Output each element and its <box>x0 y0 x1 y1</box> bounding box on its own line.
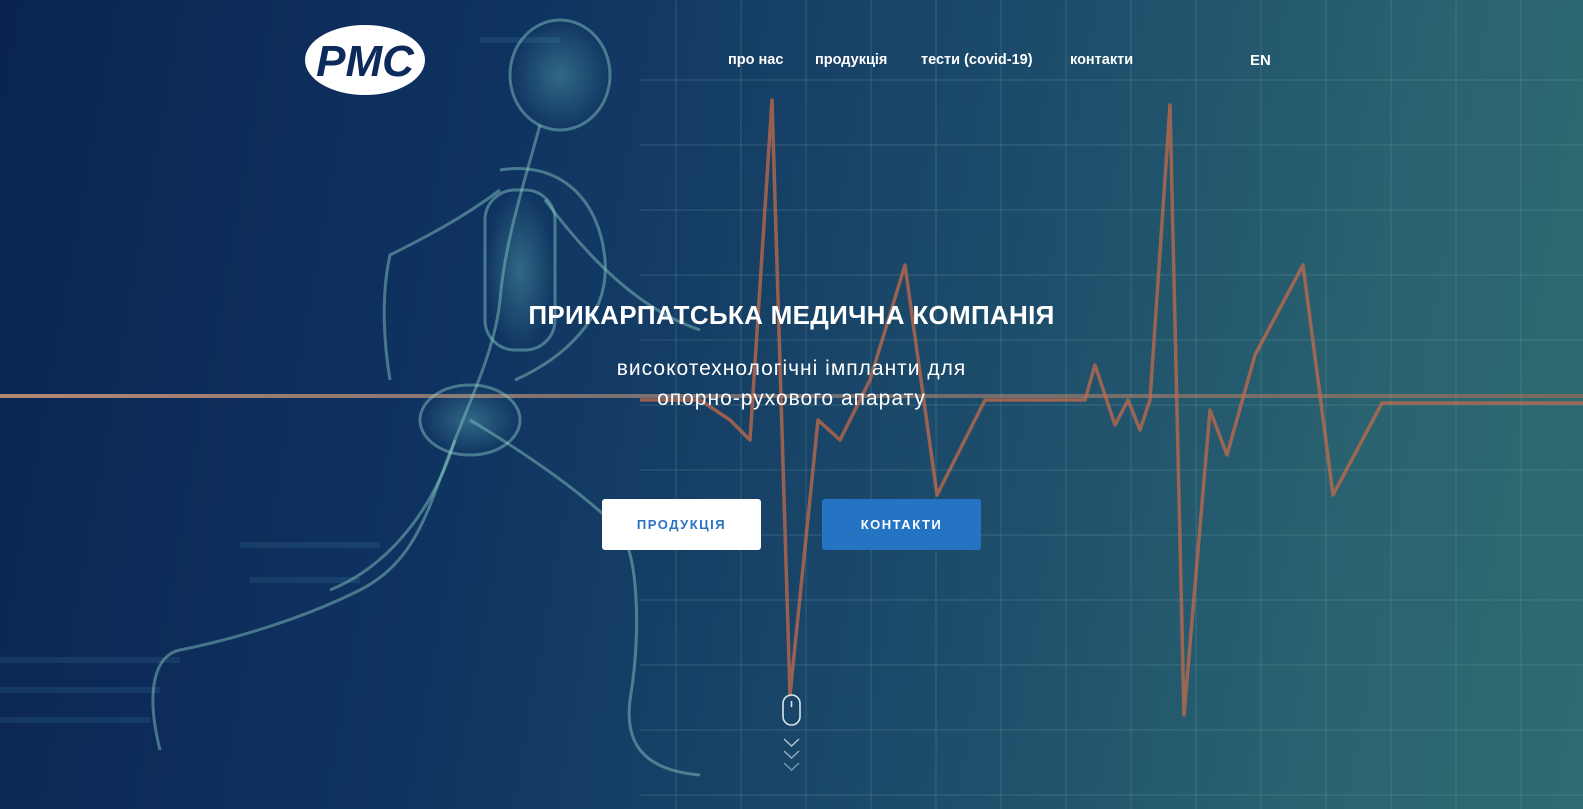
nav-item-contacts[interactable]: контакти <box>1070 52 1133 68</box>
main-navigation: про нас продукція тести (covid-19) конта… <box>0 52 1583 72</box>
hero-subtitle: високотехнологічні імпланти для опорно-р… <box>0 354 1583 414</box>
nav-item-about[interactable]: про нас <box>728 52 783 68</box>
nav-item-tests[interactable]: тести (covid-19) <box>921 52 1033 68</box>
language-switch[interactable]: EN <box>1250 52 1271 69</box>
hero-subtitle-line2: опорно-рухового апарату <box>657 387 926 410</box>
contacts-button[interactable]: КОНТАКТИ <box>822 499 981 550</box>
nav-item-products[interactable]: продукція <box>815 52 887 68</box>
hero-section: PMC про нас продукція тести (covid-19) к… <box>0 0 1583 809</box>
mouse-scroll-icon[interactable] <box>778 693 806 777</box>
hero-title: ПРИКАРПАТСЬКА МЕДИЧНА КОМПАНІЯ <box>528 300 1055 330</box>
products-button[interactable]: ПРОДУКЦІЯ <box>602 499 761 550</box>
hero-subtitle-line1: високотехнологічні імпланти для <box>616 357 967 380</box>
